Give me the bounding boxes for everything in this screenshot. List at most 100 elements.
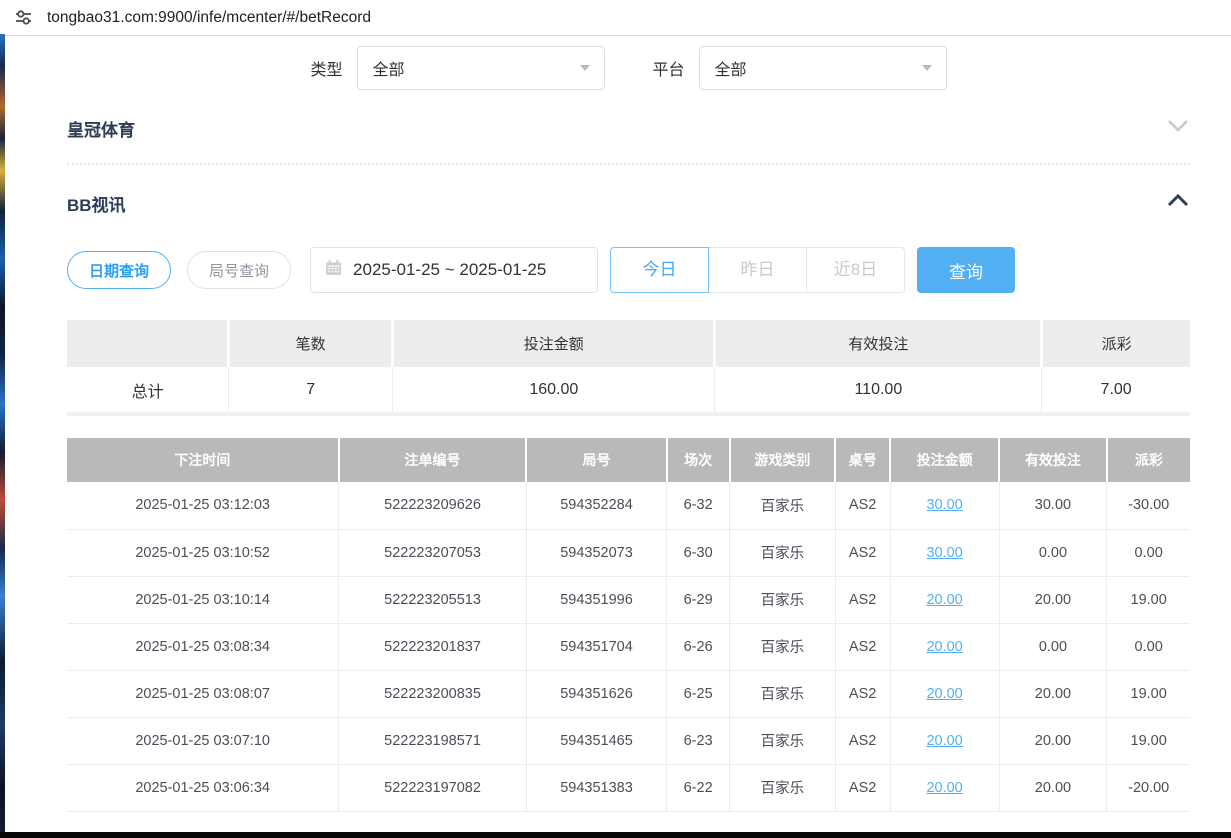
date-range-picker[interactable]: 2025-01-25 ~ 2025-01-25 [310, 247, 598, 293]
browser-url-bar[interactable]: tongbao31.com:9900/infe/mcenter/#/betRec… [0, 0, 1231, 36]
round-no-cell: 594351704 [526, 623, 666, 670]
bet-amount-link[interactable]: 20.00 [926, 780, 962, 796]
bet-record-table: 下注时间 注单编号 局号 场次 游戏类别 桌号 投注金额 有效投注 派彩 202… [67, 438, 1190, 812]
filter-row: 类型 全部 平台 全部 [67, 46, 1190, 90]
game-type-cell: 百家乐 [730, 576, 836, 623]
table-row: 2025-01-25 03:06:34 522223197082 5943513… [67, 764, 1190, 811]
session-cell: 6-25 [667, 670, 730, 717]
bet-amount-cell: 20.00 [890, 670, 999, 717]
chevron-up-icon[interactable] [1166, 193, 1190, 213]
game-type-cell: 百家乐 [730, 717, 836, 764]
chevron-down-icon[interactable] [1166, 118, 1190, 138]
session-cell: 6-22 [667, 764, 730, 811]
table-no-cell: AS2 [835, 623, 890, 670]
query-toolbar: 日期查询 局号查询 2025-01- [67, 247, 1190, 293]
table-row: 2025-01-25 03:10:52 522223207053 5943520… [67, 529, 1190, 576]
summary-bet-amount-value: 160.00 [393, 367, 715, 414]
table-no-cell: AS2 [835, 670, 890, 717]
summary-header-bet-amount: 投注金额 [393, 320, 715, 367]
section-bb-video[interactable]: BB视讯 [67, 183, 1190, 223]
game-type-cell: 百家乐 [730, 482, 836, 529]
order-no-cell: 522223205513 [339, 576, 527, 623]
desktop-edge-sliver [0, 34, 5, 838]
valid-bet-cell: 20.00 [999, 576, 1107, 623]
summary-header-blank [67, 320, 229, 367]
bet-amount-link[interactable]: 20.00 [926, 686, 962, 702]
payout-cell: 19.00 [1107, 670, 1190, 717]
type-filter-group: 类型 全部 [310, 46, 604, 90]
type-filter-label: 类型 [310, 56, 342, 80]
bet-amount-cell: 20.00 [890, 623, 999, 670]
bet-time-cell: 2025-01-25 03:08:07 [67, 670, 339, 717]
platform-select[interactable]: 全部 [699, 46, 947, 90]
bet-amount-cell: 30.00 [890, 529, 999, 576]
table-no-cell: AS2 [835, 764, 890, 811]
header-table-no: 桌号 [835, 438, 890, 482]
search-button[interactable]: 查询 [917, 247, 1015, 293]
round-query-button[interactable]: 局号查询 [187, 251, 291, 289]
bet-time-cell: 2025-01-25 03:08:34 [67, 623, 339, 670]
table-no-cell: AS2 [835, 482, 890, 529]
session-cell: 6-23 [667, 717, 730, 764]
section-crown-sports-title: 皇冠体育 [67, 116, 135, 141]
header-order-no: 注单编号 [339, 438, 527, 482]
session-cell: 6-29 [667, 576, 730, 623]
quick-range-group: 今日 昨日 近8日 [610, 247, 905, 293]
bet-amount-link[interactable]: 30.00 [926, 545, 962, 561]
game-type-cell: 百家乐 [730, 623, 836, 670]
round-no-cell: 594351626 [526, 670, 666, 717]
header-bet-amount: 投注金额 [890, 438, 999, 482]
bet-time-cell: 2025-01-25 03:10:52 [67, 529, 339, 576]
header-valid-bet: 有效投注 [999, 438, 1107, 482]
bet-amount-link[interactable]: 20.00 [926, 592, 962, 608]
header-payout: 派彩 [1107, 438, 1190, 482]
payout-cell: 19.00 [1107, 717, 1190, 764]
order-no-cell: 522223209626 [339, 482, 527, 529]
date-query-label: 日期查询 [89, 260, 149, 281]
type-select-value: 全部 [373, 56, 405, 80]
table-row: 2025-01-25 03:10:14 522223205513 5943519… [67, 576, 1190, 623]
quick-today-button[interactable]: 今日 [610, 247, 709, 293]
bet-time-cell: 2025-01-25 03:12:03 [67, 482, 339, 529]
bet-time-cell: 2025-01-25 03:07:10 [67, 717, 339, 764]
table-no-cell: AS2 [835, 717, 890, 764]
screen-bottom-edge [0, 832, 1231, 838]
section-crown-sports[interactable]: 皇冠体育 [67, 108, 1190, 148]
order-no-cell: 522223207053 [339, 529, 527, 576]
type-select[interactable]: 全部 [357, 46, 605, 90]
quick-yesterday-button[interactable]: 昨日 [708, 247, 807, 293]
site-settings-icon[interactable] [14, 8, 33, 27]
summary-header-valid-bet: 有效投注 [715, 320, 1042, 367]
summary-count-value: 7 [229, 367, 393, 414]
session-cell: 6-26 [667, 623, 730, 670]
platform-filter-group: 平台 全部 [653, 46, 947, 90]
summary-total-row: 总计 7 160.00 110.00 7.00 [67, 367, 1190, 414]
summary-table: 笔数 投注金额 有效投注 派彩 总计 7 160.00 110.00 7.00 [67, 320, 1190, 416]
bet-time-cell: 2025-01-25 03:10:14 [67, 576, 339, 623]
platform-filter-label: 平台 [653, 56, 685, 80]
game-type-cell: 百家乐 [730, 529, 836, 576]
bet-amount-link[interactable]: 20.00 [926, 639, 962, 655]
bet-amount-cell: 20.00 [890, 764, 999, 811]
payout-cell: 0.00 [1107, 529, 1190, 576]
caret-down-icon [580, 65, 590, 71]
summary-payout-value: 7.00 [1042, 367, 1190, 414]
quick-last8days-button[interactable]: 近8日 [806, 247, 905, 293]
summary-total-label: 总计 [67, 367, 229, 414]
bet-amount-link[interactable]: 30.00 [926, 497, 962, 513]
order-no-cell: 522223198571 [339, 717, 527, 764]
payout-cell: 0.00 [1107, 623, 1190, 670]
url-text[interactable]: tongbao31.com:9900/infe/mcenter/#/betRec… [47, 9, 371, 27]
date-range-value: 2025-01-25 ~ 2025-01-25 [353, 260, 546, 280]
payout-cell: -30.00 [1107, 482, 1190, 529]
date-query-button[interactable]: 日期查询 [67, 251, 171, 289]
round-no-cell: 594351383 [526, 764, 666, 811]
summary-header-row: 笔数 投注金额 有效投注 派彩 [67, 320, 1190, 367]
round-no-cell: 594351465 [526, 717, 666, 764]
bet-amount-link[interactable]: 20.00 [926, 733, 962, 749]
valid-bet-cell: 20.00 [999, 717, 1107, 764]
section-bb-video-title: BB视讯 [67, 191, 126, 216]
table-row: 2025-01-25 03:12:03 522223209626 5943522… [67, 482, 1190, 529]
bet-table-header-row: 下注时间 注单编号 局号 场次 游戏类别 桌号 投注金额 有效投注 派彩 [67, 438, 1190, 482]
bet-record-page: 类型 全部 平台 全部 皇冠体育 BB视讯 [0, 46, 1231, 812]
